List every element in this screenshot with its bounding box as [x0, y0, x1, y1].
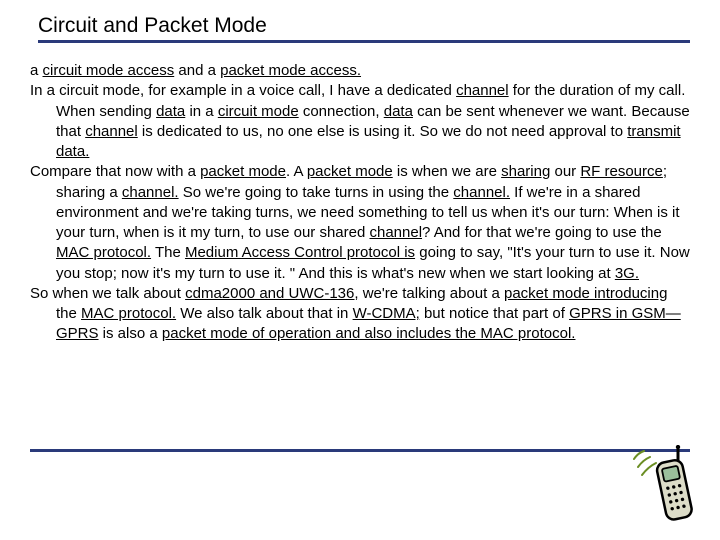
t: in a	[185, 103, 218, 120]
t: Compare that now with a	[30, 163, 200, 180]
term-channel: channel	[456, 82, 509, 99]
t: In a circuit mode, for example in a voic…	[30, 82, 456, 99]
term-channel: channel	[369, 224, 422, 241]
term-packet-mode: packet mode	[307, 163, 393, 180]
t: the	[56, 305, 81, 322]
term-wcdma: W-CDMA;	[353, 305, 420, 322]
footer-rule	[30, 449, 690, 452]
t: is also a	[99, 325, 162, 342]
title-rule: Circuit and Packet Mode	[38, 14, 690, 43]
paragraph-circuit-mode: In a circuit mode, for example in a voic…	[30, 81, 690, 162]
t: We also talk about that in	[176, 305, 353, 322]
term-mac-protocol: MAC protocol.	[81, 305, 176, 322]
paragraph-intro: a circuit mode access and a packet mode …	[30, 61, 690, 81]
term-channel: channel	[85, 123, 138, 140]
paragraph-packet-mode: Compare that now with a packet mode. A p…	[30, 162, 690, 284]
t: connection,	[299, 103, 384, 120]
phone-icon	[630, 445, 702, 534]
term-channel: channel.	[453, 184, 510, 201]
t: ? And for that we're going to use the	[422, 224, 662, 241]
t: but notice that part of	[420, 305, 569, 322]
term-sharing: sharing	[501, 163, 550, 180]
t: a	[30, 62, 43, 79]
term-3g: 3G.	[615, 265, 639, 282]
t: and a	[174, 62, 220, 79]
slide: Circuit and Packet Mode a circuit mode a…	[0, 0, 720, 345]
t: . A	[286, 163, 307, 180]
body-text: a circuit mode access and a packet mode …	[30, 61, 690, 345]
t: is dedicated to us, no one else is using…	[138, 123, 628, 140]
term-mac-protocol: MAC protocol.	[56, 244, 151, 261]
term-data: data	[384, 103, 413, 120]
term-channel: channel.	[122, 184, 179, 201]
term-circuit-mode-access: circuit mode access	[43, 62, 175, 79]
t: So when we talk about	[30, 285, 185, 302]
t: is when we are	[393, 163, 501, 180]
term-circuit-mode: circuit mode	[218, 103, 299, 120]
t: our	[550, 163, 580, 180]
t: we're talking about a	[359, 285, 504, 302]
term-cdma2000-uwc136: cdma2000 and UWC-136,	[185, 285, 358, 302]
page-title: Circuit and Packet Mode	[38, 14, 690, 38]
term-packet-mode: packet mode	[200, 163, 286, 180]
term-data: data	[156, 103, 185, 120]
term-packet-mode-operation: packet mode of operation and also includ…	[162, 325, 576, 342]
t: So we're going to take turns in using th…	[179, 184, 454, 201]
term-medium-access-control: Medium Access Control protocol is	[185, 244, 415, 261]
term-rf-resource: RF resource	[580, 163, 663, 180]
paragraph-standards: So when we talk about cdma2000 and UWC-1…	[30, 284, 690, 345]
term-packet-mode-access: packet mode access.	[220, 62, 361, 79]
term-packet-mode-introducing: packet mode introducing	[504, 285, 667, 302]
t: The	[151, 244, 185, 261]
